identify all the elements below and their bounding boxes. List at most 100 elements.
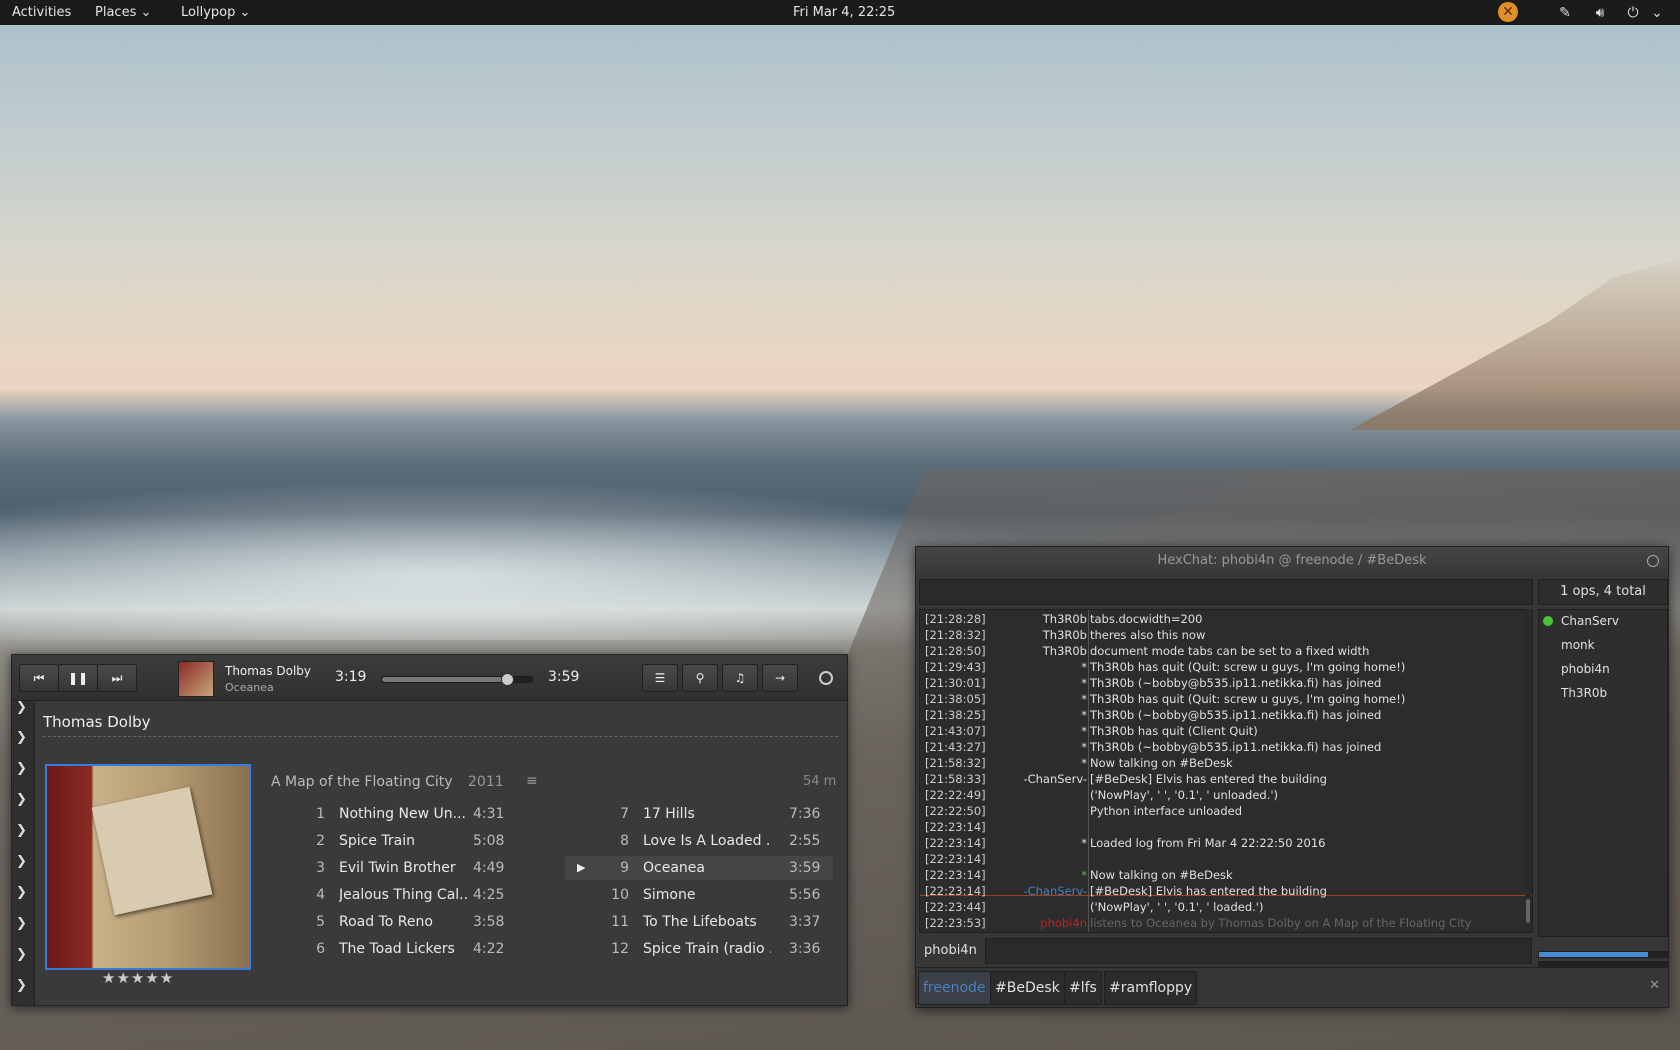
elapsed-time: 3:19 (335, 669, 367, 685)
chevron-right-icon[interactable]: ❯ (16, 979, 30, 993)
pause-button[interactable]: ❚❚ (58, 664, 98, 692)
tab-bedesk[interactable]: #BeDesk (990, 971, 1065, 1005)
track-duration: 3:58 (473, 914, 505, 930)
window-close-icon[interactable] (1647, 555, 1659, 567)
log-message: Now talking on #BeDesk (1090, 756, 1233, 770)
album-rating[interactable]: ★★★★★ (102, 969, 174, 987)
track-row[interactable]: 10 Simone 5:56 (565, 883, 833, 907)
chevron-down-icon[interactable]: ⌄ (1648, 4, 1666, 22)
chevron-right-icon[interactable]: ❯ (16, 762, 30, 776)
search-button[interactable]: ⚲ (682, 664, 718, 692)
topic-field[interactable] (919, 579, 1533, 605)
tab-lfs[interactable]: #lfs (1064, 971, 1102, 1005)
progress-knob[interactable] (500, 673, 514, 686)
chat-log[interactable]: [21:28:28] Th3R0b tabs.docwidth=200 [21:28:… (919, 609, 1533, 933)
next-button[interactable]: ⏭ (97, 664, 137, 692)
track-row[interactable]: 8 Love Is A Loaded ... 2:55 (565, 829, 833, 853)
log-nick[interactable]: phobi4n (985, 915, 1087, 931)
chevron-right-icon[interactable]: ❯ (16, 917, 30, 931)
log-nick[interactable]: Th3R0b (985, 627, 1087, 643)
playing-icon: ▶ (577, 861, 586, 874)
previous-button[interactable]: ⏮ (19, 664, 59, 692)
track-row[interactable]: 7 17 Hills 7:36 (565, 802, 833, 826)
log-message: Th3R0b has quit (Quit: screw u guys, I'm… (1090, 692, 1406, 706)
chevron-right-icon[interactable]: ❯ (16, 855, 30, 869)
track-title: Simone (643, 887, 696, 903)
message-input[interactable] (985, 938, 1532, 964)
track-row[interactable]: 3 Evil Twin Brother 4:49 (261, 856, 517, 880)
tab-freenode[interactable]: freenode (918, 971, 991, 1005)
user-entry[interactable]: Th3R0b (1561, 686, 1607, 700)
log-nick[interactable]: * (985, 707, 1087, 723)
log-nick[interactable]: * (985, 835, 1087, 851)
log-nick[interactable]: Th3R0b (985, 643, 1087, 659)
nick-button[interactable]: phobi4n (924, 943, 977, 958)
log-nick[interactable]: * (985, 723, 1087, 739)
hexchat-tray-icon[interactable]: ✕ (1498, 2, 1518, 22)
track-row[interactable]: ▶ 9 Oceanea 3:59 (565, 856, 833, 880)
log-message: tabs.docwidth=200 (1090, 612, 1203, 626)
now-playing-cover[interactable] (178, 661, 214, 697)
track-row[interactable]: 6 The Toad Lickers 4:22 (261, 937, 517, 961)
chevron-right-icon[interactable]: ❯ (16, 793, 30, 807)
forward-button[interactable]: → (762, 664, 798, 692)
volume-icon[interactable]: 🔊︎ (1591, 4, 1609, 22)
log-nick[interactable]: -ChanServ- (985, 883, 1087, 899)
chevron-right-icon[interactable]: ❯ (16, 948, 30, 962)
track-row[interactable]: 5 Road To Reno 3:58 (261, 910, 517, 934)
music-button[interactable]: ♫ (722, 664, 758, 692)
log-line: [21:38:25] * Th3R0b (~bobby@b535.ip11.neti… (925, 707, 1525, 723)
log-timestamp: [21:38:05] (925, 692, 986, 706)
track-duration: 5:08 (473, 833, 505, 849)
places-menu[interactable]: Places ⌄ (95, 5, 151, 20)
scrollbar-thumb[interactable] (1526, 899, 1530, 923)
log-line: [21:28:50] Th3R0b document mode tabs can b… (925, 643, 1525, 659)
log-timestamp: [22:23:14] (925, 868, 986, 882)
power-icon[interactable]: ⏻ (1624, 4, 1642, 22)
artist-header: Thomas Dolby (43, 713, 151, 731)
record-icon[interactable] (819, 671, 833, 685)
log-nick[interactable]: Th3R0b (985, 611, 1087, 627)
track-number: 10 (611, 887, 629, 903)
search-icon: ⚲ (695, 671, 705, 685)
tab-ramfloppy[interactable]: #ramfloppy (1104, 971, 1198, 1005)
list-icon: ☰ (654, 671, 666, 685)
log-timestamp: [21:28:32] (925, 628, 986, 642)
log-nick[interactable]: * (985, 755, 1087, 771)
track-row[interactable]: 11 To The Lifeboats 3:37 (565, 910, 833, 934)
chat-scrollbar[interactable] (1525, 609, 1531, 931)
track-row[interactable]: 2 Spice Train 5:08 (261, 829, 517, 853)
app-menu-label: Lollypop (181, 5, 236, 20)
album-menu-icon[interactable]: ≡ (526, 773, 538, 789)
log-nick[interactable]: * (985, 659, 1087, 675)
log-line: [21:28:28] Th3R0b tabs.docwidth=200 (925, 611, 1525, 627)
track-title: Spice Train (radio ... (643, 941, 771, 957)
log-nick[interactable]: * (985, 867, 1087, 883)
user-entry[interactable]: phobi4n (1561, 662, 1610, 676)
pen-icon[interactable]: ✎ (1556, 4, 1574, 22)
track-row[interactable]: 4 Jealous Thing Cal... 4:25 (261, 883, 517, 907)
log-nick[interactable]: * (985, 691, 1087, 707)
album-cover[interactable] (45, 764, 251, 970)
progress-bar[interactable] (381, 673, 533, 686)
playlist-button[interactable]: ☰ (642, 664, 678, 692)
close-tab-icon[interactable]: ✕ (1649, 978, 1660, 993)
log-nick[interactable]: * (985, 675, 1087, 691)
user-entry[interactable]: ChanServ (1561, 614, 1619, 628)
user-list[interactable]: ChanServ monk phobi4n Th3R0b (1538, 609, 1668, 937)
track-row[interactable]: 12 Spice Train (radio ... 3:36 (565, 937, 833, 961)
chevron-right-icon[interactable]: ❯ (16, 731, 30, 745)
clock[interactable]: Fri Mar 4, 22:25 (793, 5, 895, 20)
log-line: [21:43:07] * Th3R0b has quit (Client Quit) (925, 723, 1525, 739)
track-row[interactable]: 1 Nothing New Un... 4:31 (261, 802, 517, 826)
log-nick[interactable]: * (985, 739, 1087, 755)
chevron-right-icon[interactable]: ❯ (16, 886, 30, 900)
app-menu[interactable]: Lollypop ⌄ (181, 5, 250, 20)
chevron-right-icon[interactable]: ❯ (16, 701, 30, 715)
log-nick[interactable]: -ChanServ- (985, 771, 1087, 787)
activities-button[interactable]: Activities (12, 5, 71, 20)
pause-icon: ❚❚ (67, 671, 89, 685)
chevron-right-icon[interactable]: ❯ (16, 824, 30, 838)
track-title: 17 Hills (643, 806, 695, 822)
user-entry[interactable]: monk (1561, 638, 1595, 652)
